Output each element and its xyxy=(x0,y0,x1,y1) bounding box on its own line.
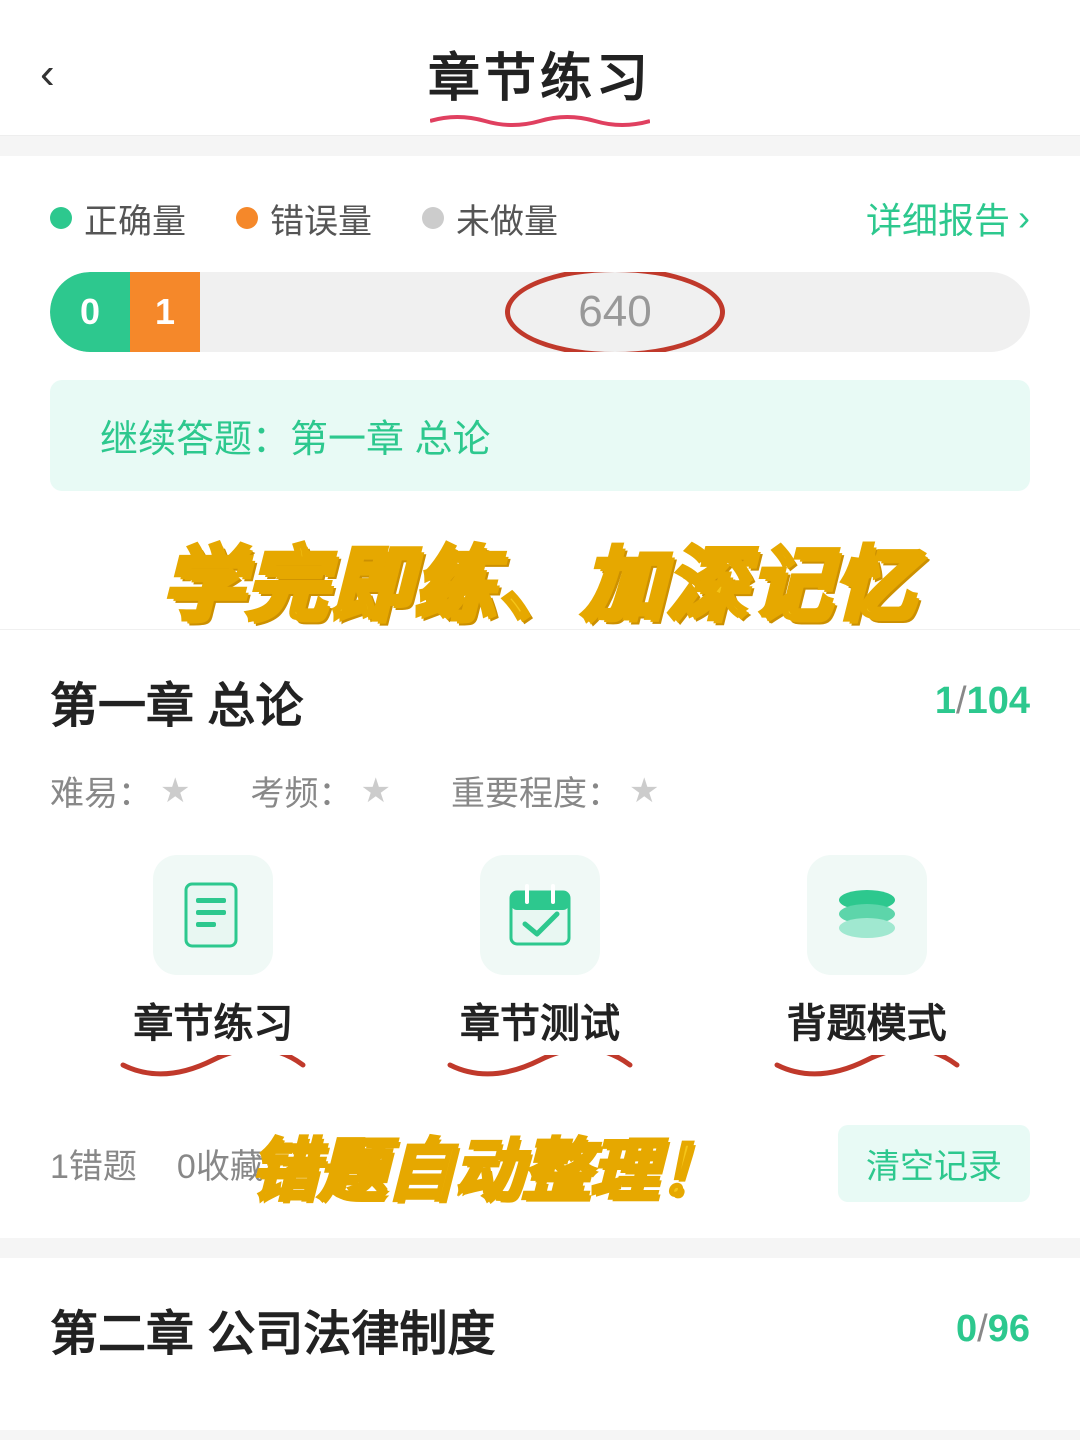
error-dot xyxy=(236,207,258,229)
importance-star: ★ xyxy=(629,771,659,811)
clear-record-button[interactable]: 清空记录 xyxy=(838,1125,1030,1202)
difficulty-label: 难易： xyxy=(50,766,152,815)
layers-icon xyxy=(832,880,902,950)
modes-row: 章节练习 章节测试 xyxy=(50,855,1030,1095)
difficulty-row: 难易： ★ 考频： ★ 重要程度： ★ xyxy=(50,766,1030,815)
legend-row: 正确量 错误量 未做量 详细报告 › xyxy=(50,192,1030,244)
frequency-item: 考频： ★ xyxy=(250,766,390,815)
chapter1-progress: 1/104 xyxy=(935,680,1030,723)
mode1-checkmark xyxy=(113,1055,313,1095)
detail-report-label: 详细报告 xyxy=(866,192,1010,244)
difficulty-star: ★ xyxy=(160,771,190,811)
error-count-bar: 1 xyxy=(155,291,175,333)
mode-chapter-test[interactable]: 章节测试 xyxy=(410,855,670,1095)
promo-text: 学完即练、加深记忆 xyxy=(50,541,1030,629)
correct-label: 正确量 xyxy=(84,194,186,243)
error-label: 错误量 xyxy=(270,194,372,243)
undone-label: 未做量 xyxy=(456,194,558,243)
mode2-checkmark xyxy=(440,1055,640,1095)
title-underline xyxy=(430,113,650,129)
mode-chapter-practice[interactable]: 章节练习 xyxy=(83,855,343,1095)
correct-legend: 正确量 xyxy=(50,194,186,243)
chapter1-section: 第一章 总论 1/104 难易： ★ 考频： ★ 重要程度： ★ xyxy=(0,629,1080,1238)
mode2-icon-bg xyxy=(480,855,600,975)
chapter2-total: 96 xyxy=(988,1308,1030,1350)
document-icon xyxy=(178,880,248,950)
header: ‹ 章节练习 xyxy=(0,0,1080,136)
chapter1-footer: 1错题 0收藏 错题自动整理！ 清空记录 xyxy=(50,1125,1030,1202)
progress-remaining: 640 xyxy=(200,287,1030,337)
difficulty-item: 难易： ★ xyxy=(50,766,190,815)
error-legend: 错误量 xyxy=(236,194,372,243)
mode3-label: 背题模式 xyxy=(787,991,947,1049)
page-title: 章节练习 xyxy=(428,36,652,111)
undone-dot xyxy=(422,207,444,229)
chapter2-header: 第二章 公司法律制度 0/96 xyxy=(50,1294,1030,1364)
chapter2-title: 第二章 公司法律制度 xyxy=(50,1294,495,1364)
chapter1-total: 104 xyxy=(967,680,1030,722)
stats-section: 正确量 错误量 未做量 详细报告 › 0 1 640 继续答题：第一章 总论 xyxy=(0,156,1080,521)
mode1-icon-bg xyxy=(153,855,273,975)
importance-item: 重要程度： ★ xyxy=(451,766,659,815)
continue-text: 继续答题：第一章 总论 xyxy=(100,419,491,461)
mode3-checkmark xyxy=(767,1055,967,1095)
promo-banner: 学完即练、加深记忆 xyxy=(0,521,1080,629)
detail-report-button[interactable]: 详细报告 › xyxy=(866,192,1030,244)
chapter1-title: 第一章 总论 xyxy=(50,666,303,736)
section-divider xyxy=(0,1238,1080,1258)
chapter2-done: 0 xyxy=(956,1308,977,1350)
frequency-star: ★ xyxy=(360,771,390,811)
progress-error: 1 xyxy=(130,272,200,352)
chapter2-section: 第二章 公司法律制度 0/96 xyxy=(0,1258,1080,1430)
circle-annotation xyxy=(505,272,725,352)
error-promo-text: 错题自动整理！ xyxy=(250,1115,726,1214)
progress-correct: 0 xyxy=(50,272,130,352)
mode3-icon-bg xyxy=(807,855,927,975)
undone-legend: 未做量 xyxy=(422,194,558,243)
chapter1-header: 第一章 总论 1/104 xyxy=(50,666,1030,736)
frequency-label: 考频： xyxy=(250,766,352,815)
chapter1-error-count: 1错题 xyxy=(50,1139,137,1188)
correct-count: 0 xyxy=(80,291,100,333)
mode-memorize[interactable]: 背题模式 xyxy=(737,855,997,1095)
correct-dot xyxy=(50,207,72,229)
back-button[interactable]: ‹ xyxy=(40,52,55,96)
chapter2-progress: 0/96 xyxy=(956,1308,1030,1351)
mode1-label: 章节练习 xyxy=(133,991,293,1049)
progress-bar: 0 1 640 xyxy=(50,272,1030,352)
calendar-check-icon xyxy=(505,880,575,950)
continue-banner[interactable]: 继续答题：第一章 总论 xyxy=(50,380,1030,491)
chevron-right-icon: › xyxy=(1018,197,1030,239)
chapter1-done: 1 xyxy=(935,680,956,722)
mode2-label: 章节测试 xyxy=(460,991,620,1049)
importance-label: 重要程度： xyxy=(451,766,621,815)
